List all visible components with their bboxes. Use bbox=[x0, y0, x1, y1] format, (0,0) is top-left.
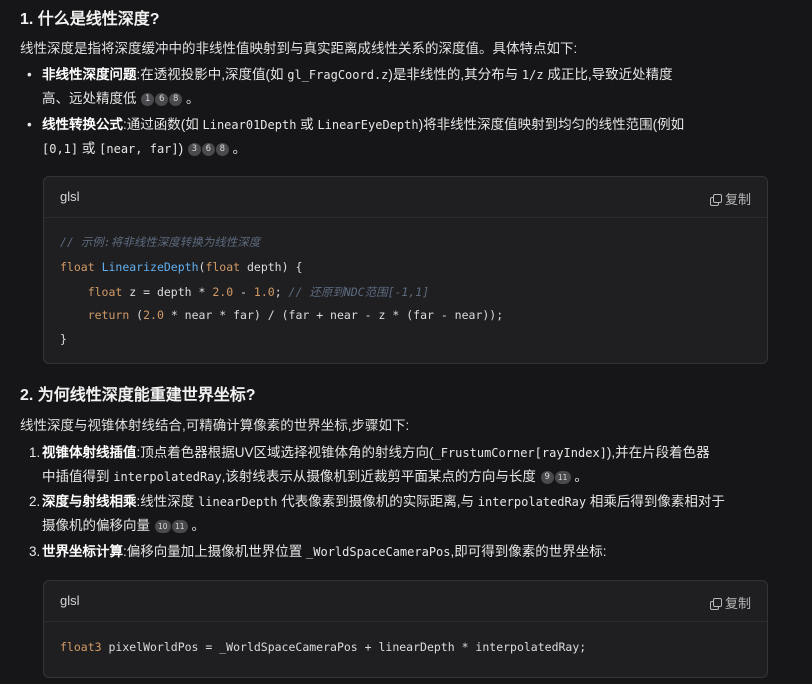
inline-code: gl_FragCoord.z bbox=[287, 68, 389, 82]
item-text: 高、远处精度低 bbox=[42, 91, 137, 106]
code-keyword: float bbox=[205, 260, 241, 274]
citation-badge[interactable]: 6 bbox=[201, 142, 215, 156]
copy-label: 复制 bbox=[724, 596, 751, 611]
item-text: :通过函数(如 bbox=[123, 117, 203, 132]
citation-badge[interactable]: 10 bbox=[154, 519, 171, 533]
inline-code: linearDepth bbox=[198, 495, 278, 509]
code-keyword: float bbox=[60, 260, 95, 274]
section-intro: 线性深度与视锥体射线结合,可精确计算像素的世界坐标,步骤如下: bbox=[20, 418, 410, 433]
item-text: 中插值得到 bbox=[42, 469, 114, 484]
code-function: LinearizeDepth bbox=[101, 260, 199, 274]
code-number: 1.0 bbox=[253, 285, 275, 299]
item-title: 非线性深度问题 bbox=[42, 67, 137, 82]
item-text: 或 bbox=[78, 141, 100, 156]
code-block: glsl 复制 float3 pixelWorldPos = _WorldSpa… bbox=[43, 580, 768, 678]
copy-button[interactable]: 复制 bbox=[709, 189, 751, 208]
item-text: ,该射线表示从摄像机到近裁剪平面某点的方向与长度 bbox=[221, 469, 536, 484]
inline-code: _WorldSpaceCameraPos bbox=[306, 545, 451, 559]
code-line: // 示例:将非线性深度转换为线性深度 bbox=[60, 234, 260, 250]
copy-icon bbox=[709, 598, 722, 610]
code-line: float LinearizeDepth(float depth) { bbox=[60, 260, 302, 274]
code-number: 2.0 bbox=[143, 308, 164, 322]
item-text: )将非线性深度值映射到均匀的线性范围(例如 bbox=[418, 117, 685, 132]
inline-code: LinearEyeDepth bbox=[317, 118, 419, 132]
code-line: } bbox=[60, 332, 67, 346]
inline-code: interpolatedRay bbox=[477, 495, 587, 509]
bullet-marker: • bbox=[27, 67, 32, 82]
code-text: depth) { bbox=[240, 260, 303, 274]
copy-button[interactable]: 复制 bbox=[709, 593, 751, 612]
inline-code: Linear01Depth bbox=[202, 118, 297, 132]
item-text: 成正比,导致近处精度 bbox=[543, 67, 673, 82]
code-keyword: return bbox=[87, 308, 130, 322]
item-text: :顶点着色器根据UV区域选择视锥体角的射线方向( bbox=[136, 445, 434, 460]
code-text: pixelWorldPos = _WorldSpaceCameraPos + l… bbox=[101, 640, 587, 654]
code-comment: // 还原到NDC范围[-1,1] bbox=[288, 285, 430, 299]
section-intro: 线性深度是指将深度缓冲中的非线性值映射到与真实距离成线性关系的深度值。具体特点如… bbox=[20, 41, 578, 56]
citation-badge[interactable]: 8 bbox=[215, 142, 229, 156]
code-text: } bbox=[60, 332, 67, 346]
item-text: :偏移向量加上摄像机世界位置 bbox=[123, 544, 307, 559]
code-language-label: glsl bbox=[60, 189, 80, 204]
citation-badge[interactable]: 1 bbox=[141, 92, 155, 106]
list-number: 3. bbox=[29, 544, 41, 559]
code-line: float z = depth * 2.0 - 1.0; // 还原到NDC范围… bbox=[60, 284, 429, 300]
item-text: ),并在片段着色器 bbox=[606, 445, 710, 460]
inline-code: _FrustumCorner[rayIndex] bbox=[433, 446, 607, 460]
inline-code: [0,1] bbox=[42, 142, 79, 156]
item-text: 摄像机的偏移向量 bbox=[42, 518, 150, 533]
list-number: 2. bbox=[29, 494, 41, 509]
list-number: 1. bbox=[29, 445, 41, 460]
item-text: 代表像素到摄像机的实际距离,与 bbox=[277, 494, 478, 509]
citation-badge[interactable]: 9 bbox=[540, 470, 554, 484]
code-language-label: glsl bbox=[60, 593, 80, 608]
code-line: float3 pixelWorldPos = _WorldSpaceCamera… bbox=[60, 640, 586, 654]
item-title: 深度与射线相乘 bbox=[42, 494, 137, 509]
code-text: - bbox=[233, 285, 254, 299]
code-block: glsl 复制 // 示例:将非线性深度转换为线性深度 float Linear… bbox=[43, 176, 768, 364]
code-type: float3 bbox=[60, 640, 102, 654]
item-title: 视锥体射线插值 bbox=[42, 445, 137, 460]
citation-badge[interactable]: 6 bbox=[155, 92, 169, 106]
item-text: ) bbox=[178, 141, 184, 156]
code-line: return (2.0 * near * far) / (far + near … bbox=[60, 308, 503, 322]
citation-badge[interactable]: 11 bbox=[171, 519, 188, 533]
code-block-header: glsl 复制 bbox=[44, 177, 767, 218]
item-text: )是非线性的,其分布与 bbox=[388, 67, 522, 82]
item-text: ,即可得到像素的世界坐标: bbox=[450, 544, 607, 559]
item-text: :线性深度 bbox=[136, 494, 199, 509]
copy-label: 复制 bbox=[724, 192, 751, 207]
item-title: 世界坐标计算 bbox=[42, 544, 123, 559]
item-text: 相乘后得到像素相对于 bbox=[586, 494, 725, 509]
inline-code: 1/z bbox=[521, 68, 544, 82]
item-title: 线性转换公式 bbox=[42, 117, 123, 132]
code-text: ( bbox=[129, 308, 144, 322]
code-comment: // 示例:将非线性深度转换为线性深度 bbox=[60, 235, 261, 249]
code-keyword: float bbox=[87, 285, 123, 299]
citation-badge[interactable]: 11 bbox=[554, 470, 571, 484]
citation-badge[interactable]: 3 bbox=[187, 142, 201, 156]
section-heading: 2. 为何线性深度能重建世界坐标? bbox=[20, 387, 256, 404]
copy-icon bbox=[709, 194, 722, 206]
citation-badge[interactable]: 8 bbox=[169, 92, 183, 106]
code-text: ; bbox=[274, 285, 289, 299]
section-heading: 1. 什么是线性深度? bbox=[20, 11, 160, 28]
item-text: :在透视投影中,深度值(如 bbox=[136, 67, 288, 82]
bullet-marker: • bbox=[27, 117, 32, 132]
item-text: 或 bbox=[296, 117, 318, 132]
code-text: * near * far) / (far + near - z * (far -… bbox=[163, 308, 504, 322]
inline-code: interpolatedRay bbox=[113, 470, 222, 484]
code-number: 2.0 bbox=[212, 285, 234, 299]
code-block-header: glsl 复制 bbox=[44, 581, 767, 622]
inline-code: [near, far] bbox=[99, 142, 179, 156]
code-text: z = depth * bbox=[122, 285, 213, 299]
